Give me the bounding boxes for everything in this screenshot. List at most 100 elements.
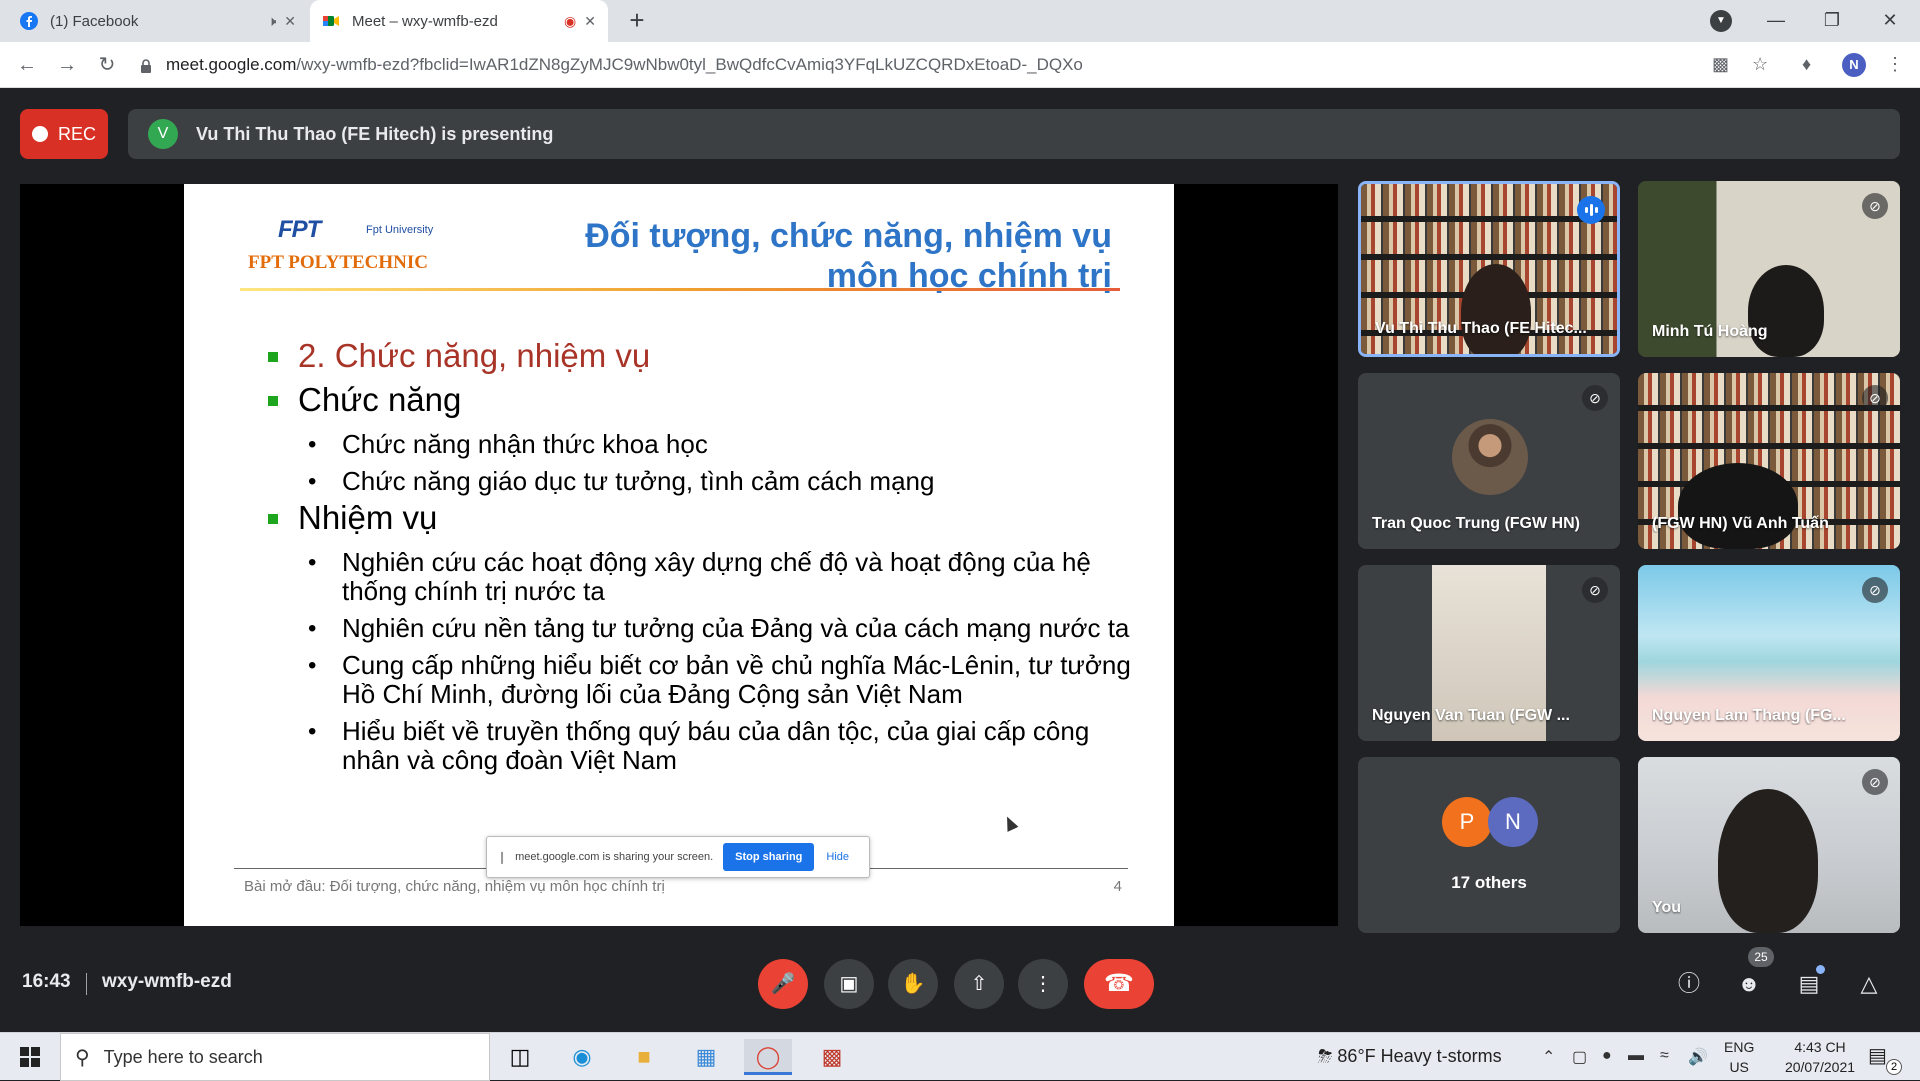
- camera-toggle-button[interactable]: ▣: [824, 959, 874, 1009]
- system-time: 4:43 CH: [1794, 1039, 1846, 1055]
- input-language[interactable]: ENG US: [1724, 1037, 1754, 1077]
- bookmark-star-icon[interactable]: ☆: [1752, 54, 1768, 75]
- mic-off-icon: ⊘: [1862, 385, 1888, 411]
- camera-blocked-icon[interactable]: ▩: [1712, 54, 1729, 75]
- close-icon[interactable]: ✕: [284, 13, 296, 30]
- participant-tile[interactable]: ⊘ Nguyen Lam Thang (FG...: [1638, 565, 1900, 741]
- participant-name: Nguyen Van Tuan (FGW ...: [1372, 707, 1570, 724]
- new-tab-button[interactable]: +: [622, 6, 652, 36]
- hide-button[interactable]: Hide: [826, 851, 849, 863]
- tab-meet[interactable]: Meet – wxy-wmfb-ezd ◉ ✕: [310, 0, 608, 42]
- tab-facebook[interactable]: (1) Facebook 🕨 ✕: [8, 0, 308, 42]
- more-vert-icon: ⋮: [1033, 973, 1053, 995]
- meeting-controls-bar: 16:43 wxy-wmfb-ezd 🎤 ▣ ✋ ⇧ ⋮ ☎ ⓘ ☻ 25 ▤ …: [0, 935, 1920, 1031]
- forward-icon[interactable]: →: [52, 50, 82, 80]
- slide-page-number: 4: [1113, 878, 1122, 895]
- windows-taskbar: ⚲ Type here to search ◫ ◉ ■ ▦ ◯ ▩ ⛈ 86°F…: [0, 1032, 1920, 1081]
- participant-tile[interactable]: ⊘ (FGW HN) Vũ Anh Tuấn: [1638, 373, 1900, 549]
- app-icon[interactable]: ▩: [808, 1039, 856, 1075]
- list-item: Nghiên cứu các hoạt động xây dựng chế độ…: [264, 548, 1144, 606]
- participant-tile[interactable]: Vu Thi Thu Thao (FE Hitec...: [1358, 181, 1620, 357]
- windows-start-icon[interactable]: [20, 1047, 40, 1067]
- microphone-icon[interactable]: ●: [1602, 1047, 1612, 1065]
- slide-title-line1: Đối tượng, chức năng, nhiệm vụ: [585, 217, 1112, 255]
- wifi-icon[interactable]: ≈: [1660, 1047, 1669, 1065]
- restore-icon[interactable]: ❐: [1804, 0, 1860, 42]
- present-screen-icon: ⇧: [970, 973, 988, 995]
- others-count-label: 17 others: [1451, 873, 1527, 892]
- participant-tile[interactable]: ⊘ Nguyen Van Tuan (FGW ...: [1358, 565, 1620, 741]
- leave-call-button[interactable]: ☎: [1084, 959, 1154, 1009]
- back-icon[interactable]: ←: [12, 50, 42, 80]
- mic-off-icon: ⊘: [1862, 769, 1888, 795]
- meeting-time: 16:43: [22, 971, 71, 992]
- meeting-details-button[interactable]: ⓘ: [1674, 969, 1704, 999]
- device-icon[interactable]: ▢: [1572, 1047, 1587, 1067]
- fpt-logo: FPT Fpt University FPT POLYTECHNIC: [216, 206, 466, 286]
- people-button[interactable]: ☻: [1734, 969, 1764, 999]
- others-tile[interactable]: P N 17 others: [1358, 757, 1620, 933]
- more-options-button[interactable]: ⋮: [1018, 959, 1068, 1009]
- speaker-icon[interactable]: 🕨: [267, 13, 276, 30]
- video-feed: [1678, 463, 1798, 549]
- list-item: Nghiên cứu nền tảng tư tưởng của Đảng và…: [264, 614, 1144, 644]
- reload-icon[interactable]: ↻: [92, 50, 122, 80]
- participant-name: Vu Thi Thu Thao (FE Hitec...: [1375, 320, 1587, 337]
- weather-temp: 86°F: [1337, 1046, 1376, 1066]
- lang-code: ENG: [1724, 1039, 1755, 1055]
- notifications-icon[interactable]: ▤: [1868, 1043, 1887, 1068]
- presenting-text: Vu Thi Thu Thao (FE Hitech) is presentin…: [196, 123, 554, 144]
- title-divider: [240, 288, 1120, 291]
- weather-widget[interactable]: ⛈ 86°F Heavy t-storms: [1318, 1046, 1502, 1067]
- activities-button[interactable]: △: [1854, 969, 1884, 999]
- record-dot-icon: [31, 126, 48, 142]
- hand-icon: ✋: [900, 973, 926, 995]
- participant-tile[interactable]: ⊘ Tran Quoc Trung (FGW HN): [1358, 373, 1620, 549]
- participant-avatar: [1452, 419, 1528, 495]
- tab-search-icon[interactable]: ▼: [1710, 10, 1732, 32]
- menu-dots-icon[interactable]: ⋮: [1886, 54, 1904, 75]
- system-clock[interactable]: 4:43 CH 20/07/2021: [1772, 1037, 1868, 1077]
- presenter-avatar: V: [148, 119, 178, 149]
- url-bar[interactable]: meet.google.com/wxy-wmfb-ezd?fbclid=IwAR…: [140, 48, 1700, 82]
- search-icon: ⚲: [75, 1046, 90, 1069]
- rec-label: REC: [57, 123, 96, 144]
- mic-toggle-button[interactable]: 🎤: [758, 959, 808, 1009]
- chrome-icon[interactable]: ◯: [744, 1039, 792, 1075]
- mic-off-icon: ⊘: [1862, 193, 1888, 219]
- phone-hangup-icon: ☎: [1104, 970, 1134, 997]
- meet-icon: [323, 16, 339, 26]
- video-feed: [1718, 789, 1818, 933]
- heading-chuc-nang: Chức năng: [264, 378, 1144, 422]
- mic-off-icon: ⊘: [1582, 385, 1608, 411]
- minimize-icon[interactable]: —: [1748, 0, 1804, 42]
- drag-handle-icon[interactable]: ❙: [497, 850, 507, 864]
- raise-hand-button[interactable]: ✋: [888, 959, 938, 1009]
- volume-icon[interactable]: 🔊: [1688, 1047, 1708, 1067]
- window-close-icon[interactable]: ✕: [1862, 0, 1918, 42]
- slide-body: 2. Chức năng, nhiệm vụ Chức năng Chức nă…: [264, 334, 1144, 775]
- edge-icon[interactable]: ◉: [558, 1039, 606, 1075]
- battery-icon[interactable]: ▬: [1628, 1047, 1644, 1065]
- lang-region: US: [1729, 1059, 1749, 1075]
- lock-icon: [140, 58, 152, 73]
- chat-unread-dot: [1816, 965, 1825, 974]
- app-icon[interactable]: ▦: [682, 1039, 730, 1075]
- mic-off-icon: 🎤: [770, 973, 796, 995]
- mic-off-icon: ⊘: [1862, 577, 1888, 603]
- task-view-icon[interactable]: ◫: [496, 1039, 544, 1075]
- profile-avatar[interactable]: N: [1842, 53, 1866, 77]
- notification-count: 2: [1886, 1059, 1902, 1075]
- present-button[interactable]: ⇧: [954, 959, 1004, 1009]
- file-explorer-icon[interactable]: ■: [620, 1039, 668, 1075]
- stop-sharing-button[interactable]: Stop sharing: [723, 843, 815, 871]
- recording-indicator[interactable]: REC: [20, 109, 108, 159]
- participant-tile[interactable]: ⊘ Minh Tú Hoàng: [1638, 181, 1900, 357]
- presentation-stage: FPT Fpt University FPT POLYTECHNIC Đối t…: [20, 184, 1338, 926]
- extensions-icon[interactable]: ♦: [1802, 54, 1811, 75]
- close-icon[interactable]: ✕: [584, 13, 596, 30]
- taskbar-search-input[interactable]: ⚲ Type here to search: [60, 1033, 490, 1081]
- weather-storm-icon: ⛈: [1318, 1046, 1333, 1066]
- self-tile[interactable]: ⊘ You: [1638, 757, 1900, 933]
- chevron-up-icon[interactable]: ⌃: [1542, 1047, 1555, 1067]
